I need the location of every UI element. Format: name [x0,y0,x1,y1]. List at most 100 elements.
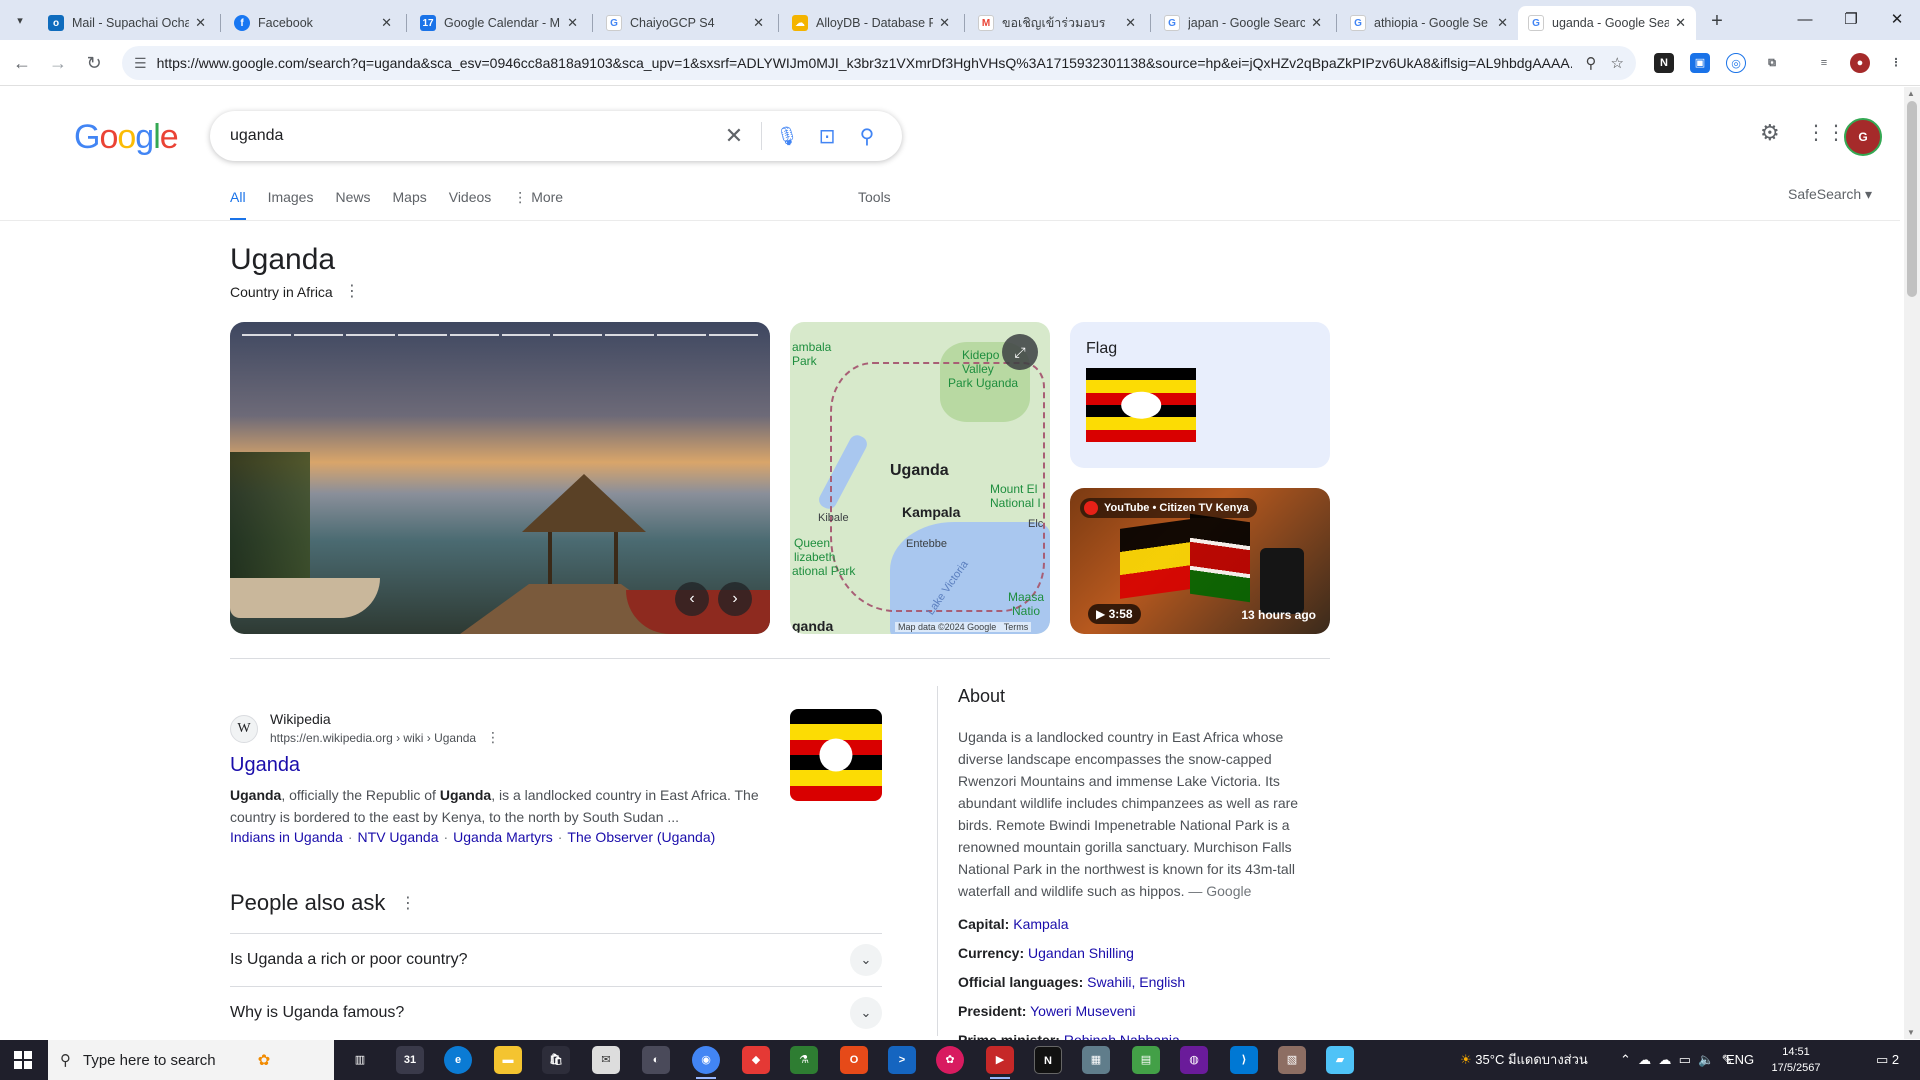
carousel-prev-button[interactable]: ‹ [675,582,709,616]
wikipedia-favicon-icon[interactable]: W [230,715,258,743]
map-preview[interactable]: ambala Park Kidepo Valley Park Uganda Ug… [790,322,1050,634]
close-icon[interactable]: ✕ [381,15,392,31]
close-icon[interactable]: ✕ [1125,15,1136,31]
fact-link[interactable]: Swahili, English [1087,974,1185,990]
sitelink[interactable]: NTV Uganda [358,829,439,845]
app-icon[interactable]: ▤ [1132,1046,1160,1074]
terms-link[interactable]: Terms [1004,622,1029,632]
expand-icon[interactable]: ⤢ [1002,334,1038,370]
forward-button[interactable]: → [44,49,72,77]
camera-icon[interactable]: ⊡ [812,124,842,149]
apps-grid-icon[interactable]: ⋮⋮ [1806,120,1846,145]
result-title-link[interactable]: Uganda [230,754,300,777]
paa-menu-icon[interactable]: ⋮ [400,893,416,913]
tab-mail[interactable]: o Mail - Supachai Ocha ✕ [38,6,216,40]
weather-widget[interactable]: ☀ 35°C มีแดดบางส่วน [1460,1040,1588,1080]
mail-icon[interactable]: ✉ [592,1046,620,1074]
sitelink[interactable]: Uganda Martyrs [453,829,553,845]
calculator-icon[interactable]: 31 [396,1046,424,1074]
microphone-icon[interactable]: 🎙 [772,126,802,147]
vscode-icon[interactable]: ⟩ [1230,1046,1258,1074]
reload-button[interactable]: ↻ [80,49,108,77]
google-logo[interactable]: Google [74,118,179,157]
url-text[interactable]: https://www.google.com/search?q=uganda&s… [157,55,1572,71]
windows-start-icon[interactable] [14,1051,32,1069]
taskbar-clock[interactable]: 14:51 17/5/2567 [1764,1044,1828,1076]
puzzle-icon[interactable]: ⧉ [1762,53,1782,73]
office-icon[interactable]: O [840,1046,868,1074]
clear-icon[interactable]: ✕ [719,123,749,149]
close-window-button[interactable]: ✕ [1874,6,1920,34]
address-bar[interactable]: ☰ https://www.google.com/search?q=uganda… [122,46,1636,80]
scrollbar-thumb[interactable] [1907,101,1917,297]
search-input[interactable]: uganda [230,127,709,145]
media-icon[interactable]: ≡ [1814,53,1834,73]
chevron-up-icon[interactable]: ⌃ [1620,1052,1631,1067]
app-icon[interactable]: ✿ [936,1046,964,1074]
fact-link[interactable]: Yoweri Museveni [1030,1003,1135,1019]
store-icon[interactable]: 🛍 [542,1046,570,1074]
page-scrollbar[interactable]: ▲ ▼ [1904,87,1920,1039]
tray-icons[interactable]: ⌃ ☁ ☁ ▭ 🔈 ✎ [1620,1040,1732,1080]
result-menu-icon[interactable]: ⋮ [486,729,500,746]
flag-card[interactable]: Flag [1070,322,1330,468]
result-url[interactable]: https://en.wikipedia.org › wiki › Uganda [270,731,476,745]
app-icon[interactable]: ▦ [1082,1046,1110,1074]
sitelink[interactable]: The Observer (Uganda) [567,829,715,845]
location-icon[interactable]: ⚲ [1586,54,1597,72]
tab-facebook[interactable]: f Facebook ✕ [224,6,402,40]
tab-uganda[interactable]: G uganda - Google Sea ✕ [1518,6,1696,40]
search-icon[interactable]: ⚲ [852,124,882,149]
file-explorer-icon[interactable]: ▬ [494,1046,522,1074]
result-site-name[interactable]: Wikipedia [270,711,331,727]
video-card[interactable]: YouTube • Citizen TV Kenya ▶ 3:58 13 hou… [1070,488,1330,634]
tab-news[interactable]: News [335,189,370,221]
app-icon[interactable]: ▰ [1326,1046,1354,1074]
media-player-icon[interactable]: ▶ [986,1046,1014,1079]
app-icon[interactable]: ◐ [642,1046,670,1074]
tab-gmail[interactable]: M ขอเชิญเข้าร่วมอบร ✕ [968,6,1146,40]
extension-icon[interactable]: ▣ [1690,53,1710,73]
cloud-icon[interactable]: ☁ [1658,1052,1671,1067]
notification-center-icon[interactable]: ▭ 2 [1876,1040,1899,1080]
minimize-button[interactable]: — [1782,6,1828,34]
result-thumbnail-flag[interactable] [790,709,882,801]
site-info-icon[interactable]: ☰ [134,55,147,72]
back-button[interactable]: ← [8,49,36,77]
chevron-down-icon[interactable]: ⌄ [850,943,882,976]
close-icon[interactable]: ✕ [1311,15,1322,31]
close-icon[interactable]: ✕ [1497,15,1508,31]
chevron-down-icon[interactable]: ⌄ [850,996,882,1029]
sitelink[interactable]: Indians in Uganda [230,829,343,845]
taskbar-search[interactable]: ⚲ Type here to search ✿ [48,1040,334,1080]
fact-link[interactable]: Kampala [1013,916,1068,932]
carousel-next-button[interactable]: › [718,582,752,616]
close-icon[interactable]: ✕ [1675,15,1686,31]
search-box[interactable]: uganda ✕ 🎙 ⊡ ⚲ [210,111,902,161]
tab-ethiopia[interactable]: G athiopia - Google Se ✕ [1340,6,1518,40]
paa-question[interactable]: Is Uganda a rich or poor country? ⌄ [230,933,882,985]
powershell-icon[interactable]: > [888,1046,916,1074]
new-tab-button[interactable]: + [1704,8,1730,34]
volume-icon[interactable]: 🔈 [1698,1052,1714,1067]
tab-search-button[interactable]: ▾ [8,9,32,31]
anydesk-icon[interactable]: ◆ [742,1046,770,1074]
tab-images[interactable]: Images [268,189,314,221]
tab-all[interactable]: All [230,189,246,221]
paa-question[interactable]: Why is Uganda famous? ⌄ [230,986,882,1038]
tab-japan[interactable]: G japan - Google Searc ✕ [1154,6,1332,40]
tools-button[interactable]: Tools [858,189,891,205]
tab-alloydb[interactable]: ☁ AlloyDB - Database F ✕ [782,6,960,40]
close-icon[interactable]: ✕ [567,15,578,31]
notion-icon[interactable]: N [1034,1046,1062,1074]
profile-icon[interactable]: ● [1850,53,1870,73]
avatar[interactable]: G [1844,118,1882,156]
tab-chaiyogcp[interactable]: G ChaiyoGCP S4 ✕ [596,6,774,40]
tab-videos[interactable]: Videos [449,189,492,221]
notion-extension-icon[interactable]: N [1654,53,1674,73]
fact-link[interactable]: Ugandan Shilling [1028,945,1134,961]
bookmark-star-icon[interactable]: ☆ [1611,54,1624,72]
app-icon[interactable]: ◍ [1180,1046,1208,1074]
tab-more[interactable]: ⋮ More [513,189,563,221]
task-view-icon[interactable]: ▥ [346,1046,374,1074]
